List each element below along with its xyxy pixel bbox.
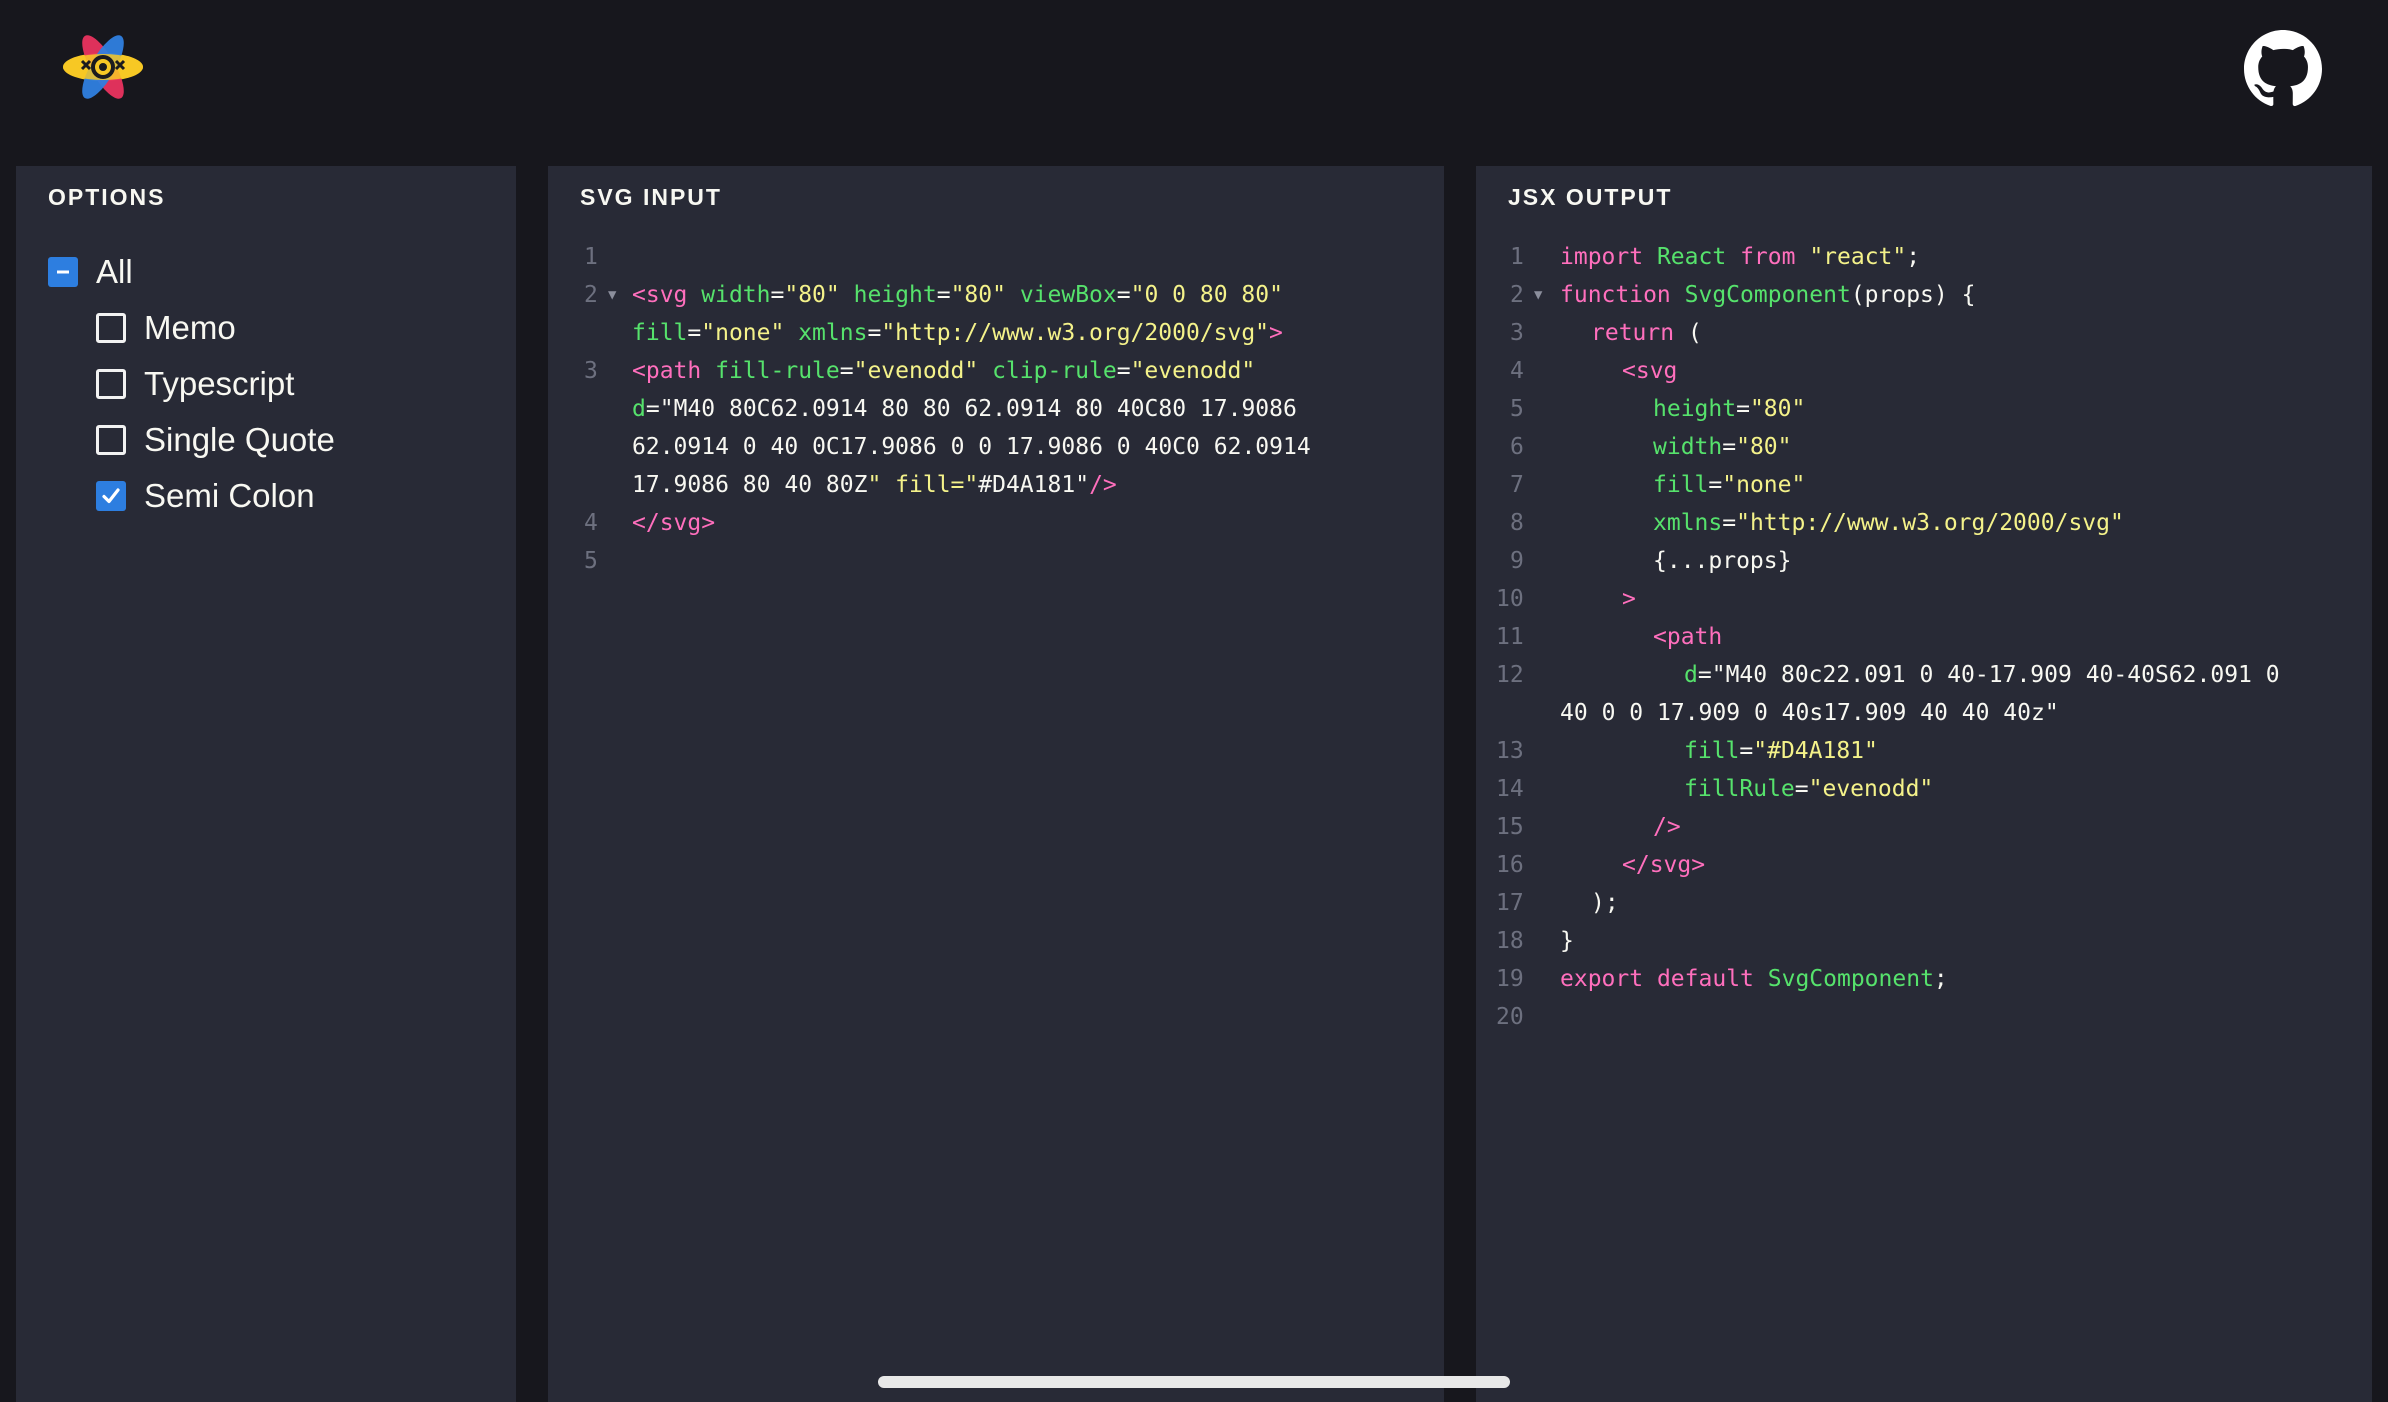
code-line: import React from "react"; — [1560, 244, 1921, 270]
code-line: return ( — [1591, 320, 1702, 346]
line-number: 18 — [1496, 928, 1524, 954]
code-line: <svg — [1622, 358, 1678, 384]
code-line: /> — [1653, 814, 1681, 840]
code-line: d="M40 80C62.0914 80 80 62.0914 80 40C80… — [632, 396, 1297, 422]
checkbox-icon[interactable] — [96, 425, 126, 455]
code-line: height="80" — [1653, 396, 1806, 422]
jsx-output-panel[interactable]: JSX OUTPUT 1 2 3 4 5 6 7 8 9 10 11 12 13 14 15 16 17 18 19… — [1476, 166, 2372, 1402]
code-line: {...props} — [1653, 548, 1792, 574]
code-line: > — [1622, 586, 1636, 612]
option-single-quote[interactable]: Single Quote — [96, 420, 335, 460]
line-number: 15 — [1496, 814, 1524, 840]
line-number: 9 — [1510, 548, 1524, 574]
code-line: fill="none" xmlns="http://www.w3.org/200… — [632, 320, 1283, 346]
option-typescript[interactable]: Typescript — [96, 364, 294, 404]
line-number: 14 — [1496, 776, 1524, 802]
line-number: 1 — [1510, 244, 1524, 270]
code-line: </svg> — [632, 510, 716, 536]
fold-arrow-icon[interactable]: ▼ — [1534, 276, 1542, 314]
code-line: <svg width="80" height="80" viewBox="0 0… — [632, 282, 1283, 308]
svg-input-title: SVG INPUT — [580, 184, 722, 210]
option-all[interactable]: All — [48, 252, 133, 292]
line-number: 19 — [1496, 966, 1524, 992]
line-number: 16 — [1496, 852, 1524, 878]
options-title: OPTIONS — [48, 184, 166, 210]
jsx-output-title: JSX OUTPUT — [1508, 184, 1673, 210]
line-number: 2 — [584, 282, 598, 308]
code-line: 17.9086 80 40 80Z" fill="#D4A181"/> — [632, 472, 1117, 498]
options-panel: OPTIONS All Memo Typescript Single Quote… — [16, 166, 516, 1402]
code-line: function SvgComponent(props) { — [1560, 282, 1976, 308]
code-line: ); — [1591, 890, 1619, 916]
line-number: 11 — [1496, 624, 1524, 650]
option-memo[interactable]: Memo — [96, 308, 236, 348]
line-number: 4 — [584, 510, 598, 536]
code-line: fill="none" — [1653, 472, 1806, 498]
option-all-label: All — [96, 253, 133, 290]
code-line: } — [1560, 928, 1574, 954]
react-atom-logo-icon[interactable] — [60, 28, 146, 106]
line-number: 5 — [584, 548, 598, 574]
line-number: 3 — [1510, 320, 1524, 346]
line-number: 6 — [1510, 434, 1524, 460]
svg-input-panel[interactable]: SVG INPUT 1 2 ▼ 3 4 5 <svg width="80" he… — [548, 166, 1444, 1402]
line-number: 8 — [1510, 510, 1524, 536]
option-single-quote-label: Single Quote — [144, 421, 335, 458]
option-typescript-label: Typescript — [144, 365, 295, 402]
indeterminate-checkbox-icon[interactable] — [48, 257, 78, 287]
fold-arrow-icon[interactable]: ▼ — [608, 276, 616, 314]
code-line: d="M40 80c22.091 0 40-17.909 40-40S62.09… — [1684, 662, 2280, 688]
line-number: 10 — [1496, 586, 1524, 612]
line-number: 5 — [1510, 396, 1524, 422]
option-semi-colon-label: Semi Colon — [144, 477, 315, 514]
line-number: 12 — [1496, 662, 1524, 688]
code-line: fillRule="evenodd" — [1684, 776, 1934, 802]
checked-checkbox-icon[interactable] — [96, 481, 126, 511]
line-number: 7 — [1510, 472, 1524, 498]
code-line: </svg> — [1622, 852, 1706, 878]
code-line: export default SvgComponent; — [1560, 966, 1948, 992]
line-number: 3 — [584, 358, 598, 384]
code-line: 62.0914 0 40 0C17.9086 0 0 17.9086 0 40C… — [632, 434, 1311, 460]
line-number: 2 — [1510, 282, 1524, 308]
option-semi-colon[interactable]: Semi Colon — [96, 476, 315, 516]
line-number: 4 — [1510, 358, 1524, 384]
checkbox-icon[interactable] — [96, 313, 126, 343]
code-line: 40 0 0 17.909 0 40s17.909 40 40 40z" — [1560, 700, 2059, 726]
line-number: 20 — [1496, 1004, 1524, 1030]
option-memo-label: Memo — [144, 309, 236, 346]
line-number: 13 — [1496, 738, 1524, 764]
top-bar — [0, 0, 2388, 166]
code-line: fill="#D4A181" — [1684, 738, 1878, 764]
code-line: width="80" — [1653, 434, 1792, 460]
line-number: 17 — [1496, 890, 1524, 916]
code-line: <path fill-rule="evenodd" clip-rule="eve… — [632, 358, 1256, 384]
horizontal-scrollbar[interactable] — [878, 1376, 1510, 1388]
line-number: 1 — [584, 244, 598, 270]
code-line: <path — [1653, 624, 1723, 650]
github-icon[interactable] — [2244, 30, 2322, 108]
checkbox-icon[interactable] — [96, 369, 126, 399]
code-line: xmlns="http://www.w3.org/2000/svg" — [1653, 510, 2124, 536]
